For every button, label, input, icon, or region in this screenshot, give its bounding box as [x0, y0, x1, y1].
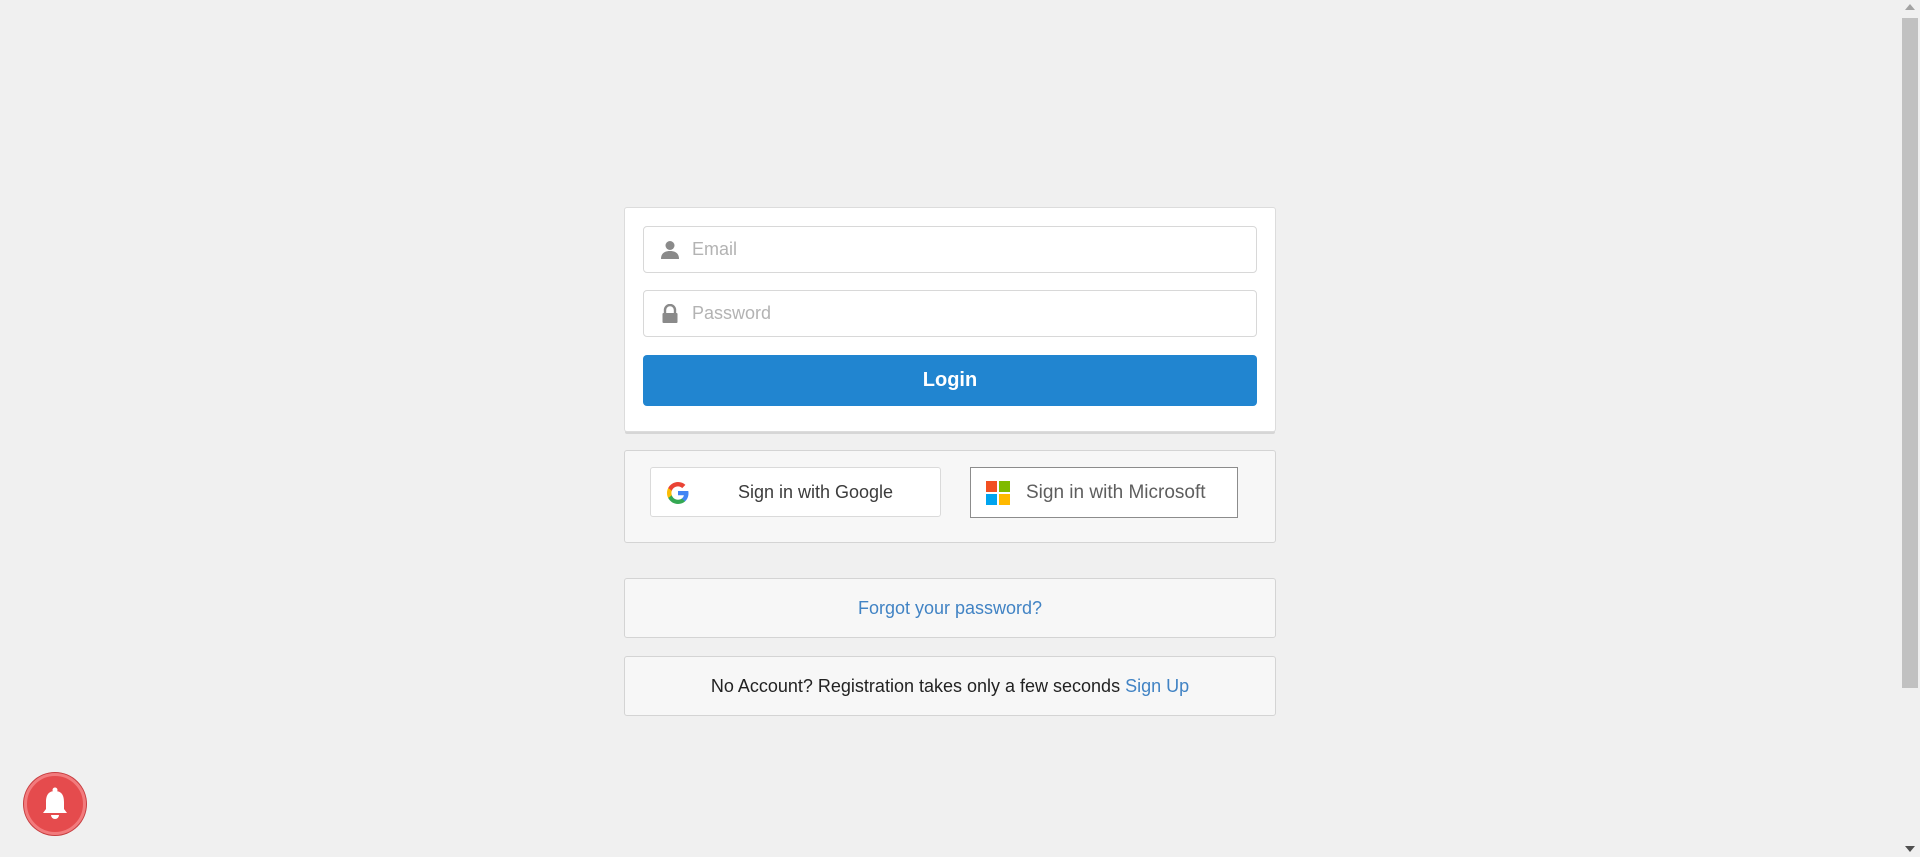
signup-box: No Account? Registration takes only a fe… — [624, 656, 1276, 716]
google-logo-icon — [666, 481, 690, 505]
email-field-wrapper — [643, 226, 1257, 273]
microsoft-sign-in-button[interactable]: Sign in with Microsoft — [970, 467, 1238, 518]
vertical-scrollbar[interactable] — [1900, 0, 1920, 857]
forgot-password-link[interactable]: Forgot your password? — [858, 598, 1042, 618]
login-button[interactable]: Login — [643, 355, 1257, 406]
scroll-up-arrow-icon[interactable] — [1905, 4, 1915, 10]
scroll-thumb[interactable] — [1902, 18, 1918, 688]
email-input[interactable] — [690, 227, 1250, 272]
sign-up-link[interactable]: Sign Up — [1125, 676, 1189, 696]
password-input[interactable] — [690, 291, 1250, 336]
microsoft-logo-icon — [986, 481, 1010, 505]
forgot-password-box: Forgot your password? — [624, 578, 1276, 638]
login-form: Login — [624, 207, 1276, 432]
google-sign-in-label: Sign in with Google — [737, 482, 894, 502]
microsoft-sign-in-label: Sign in with Microsoft — [1026, 482, 1206, 503]
user-icon — [660, 240, 680, 260]
bell-icon — [43, 787, 67, 819]
social-login-panel: Sign in with Google Sign in with Microso… — [624, 450, 1276, 543]
signup-prompt: No Account? Registration takes only a fe… — [710, 676, 1121, 696]
lock-icon — [660, 303, 680, 324]
password-field-wrapper — [643, 290, 1257, 337]
scroll-down-arrow-icon[interactable] — [1905, 846, 1915, 852]
google-sign-in-button[interactable]: Sign in with Google — [650, 467, 941, 517]
notification-button[interactable] — [24, 773, 86, 835]
